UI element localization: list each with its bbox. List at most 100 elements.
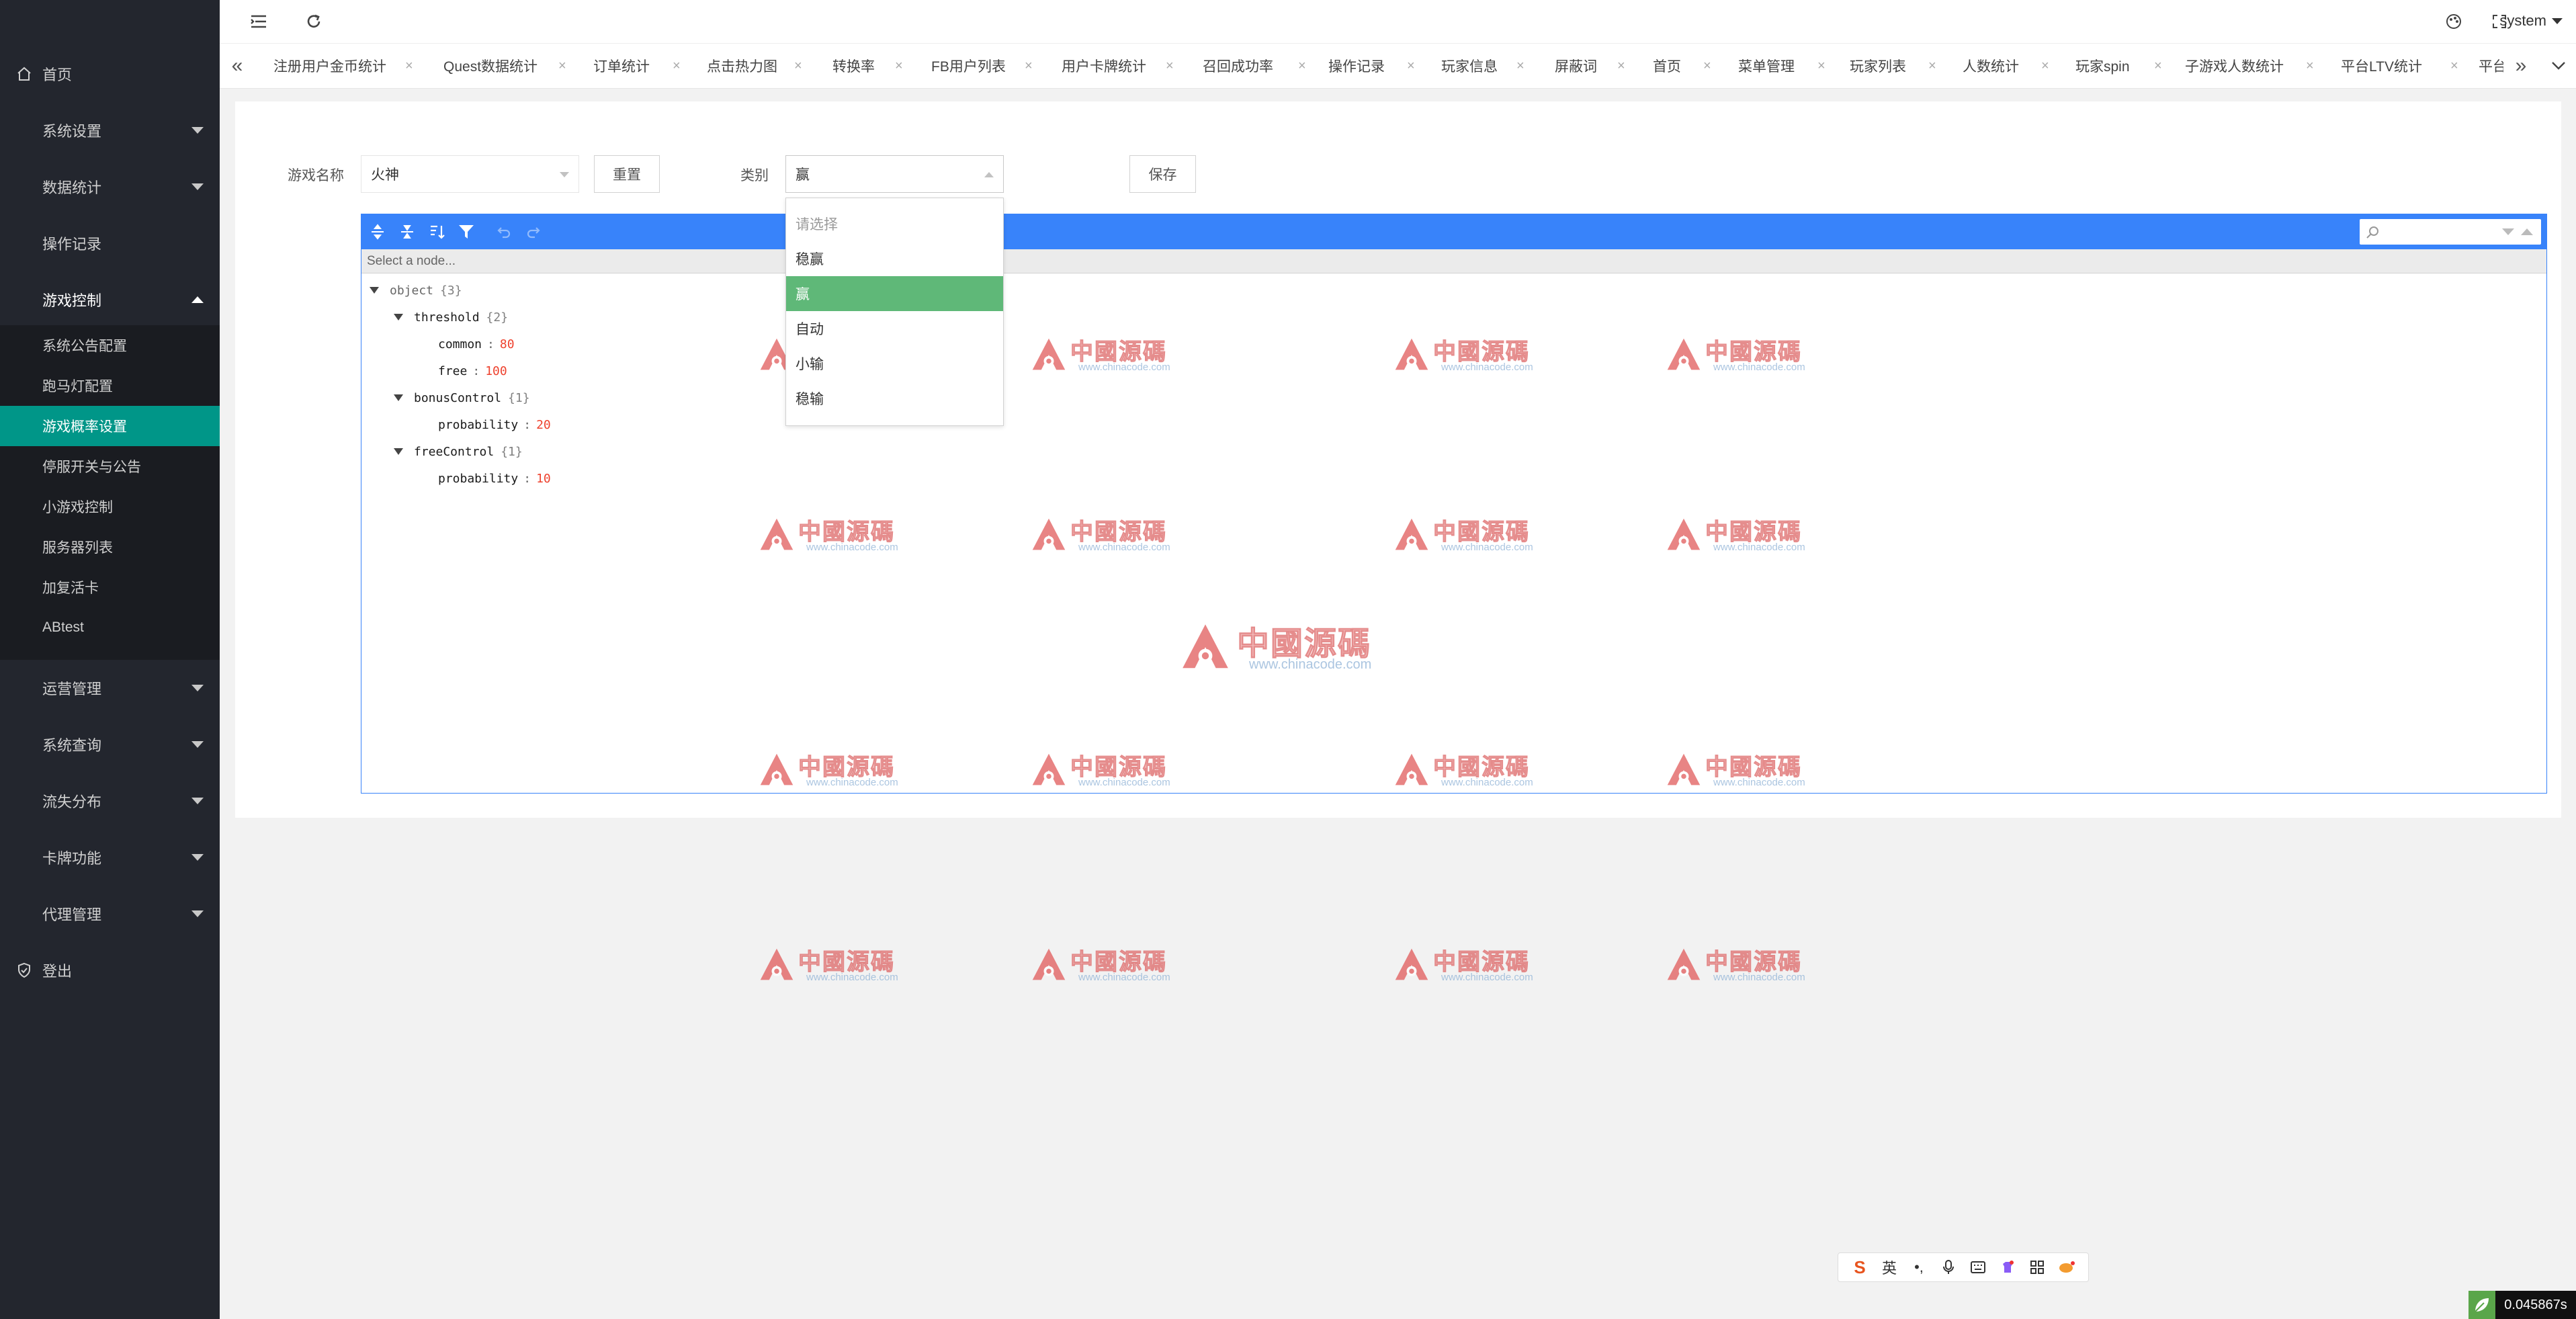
tabs-prev-icon[interactable]: « [220,44,255,88]
sidebar-item-agents[interactable]: 代理管理 [0,886,220,942]
grid-menu-icon[interactable] [2027,1257,2047,1277]
redo-icon[interactable] [523,221,544,243]
tab-item[interactable]: 玩家列表 × [1850,44,1936,88]
search-next-icon[interactable] [2501,227,2516,237]
close-icon[interactable]: × [1703,58,1711,74]
tabs-next-icon[interactable]: » [2503,44,2538,88]
sidebar-subitem-minigame[interactable]: 小游戏控制 [0,486,220,527]
close-icon[interactable]: × [1817,58,1826,74]
tree-node-common[interactable]: common : 80 [438,331,515,357]
tab-item[interactable]: 注册用户金币统计 × [273,44,413,88]
filter-icon[interactable] [456,221,477,243]
sidebar-item-operation-log[interactable]: 操作记录 [0,215,220,271]
tree-value[interactable]: 10 [536,472,551,486]
tab-item[interactable]: 玩家信息 × [1441,44,1525,88]
close-icon[interactable]: × [558,58,566,74]
sidebar-item-operations[interactable]: 运营管理 [0,660,220,716]
close-icon[interactable]: × [1617,58,1625,74]
tab-item[interactable]: 子游戏人数统计 × [2185,44,2314,88]
undo-icon[interactable] [493,221,515,243]
close-icon[interactable]: × [2450,58,2458,74]
sidebar-item-game-control[interactable]: 游戏控制 [0,271,220,328]
sidebar-subitem-shutdown[interactable]: 停服开关与公告 [0,446,220,486]
user-menu[interactable]: system [2499,12,2563,30]
dropdown-option[interactable]: 稳赢 [786,241,1003,276]
sidebar-item-churn[interactable]: 流失分布 [0,773,220,829]
tab-item[interactable]: FB用户列表 × [931,44,1033,88]
tree-node-threshold[interactable]: threshold {2} [394,304,508,330]
close-icon[interactable]: × [1516,58,1525,74]
tree-value[interactable]: 20 [536,418,551,432]
sidebar-item-system-settings[interactable]: 系统设置 [0,102,220,159]
mascot-icon[interactable] [2057,1257,2077,1277]
close-icon[interactable]: × [895,58,903,74]
close-icon[interactable]: × [1928,58,1936,74]
tree-node-bonus-control[interactable]: bonusControl {1} [394,385,530,411]
tabs-menu-icon[interactable] [2541,44,2576,88]
tab-item[interactable]: 人数统计 × [1963,44,2049,88]
sidebar-item-cards[interactable]: 卡牌功能 [0,829,220,886]
dropdown-option-selected[interactable]: 赢 [786,276,1003,311]
close-icon[interactable]: × [1025,58,1033,74]
tree-value[interactable]: 80 [500,337,515,351]
dropdown-option[interactable]: 请选择 [786,206,1003,241]
dropdown-option[interactable]: 稳输 [786,381,1003,416]
sidebar-subitem-announcement[interactable]: 系统公告配置 [0,325,220,366]
tab-item[interactable]: Quest数据统计 × [443,44,566,88]
refresh-icon[interactable] [302,9,326,34]
close-icon[interactable]: × [2306,58,2314,74]
sidebar-subitem-server-list[interactable]: 服务器列表 [0,527,220,567]
sidebar-subitem-game-probability[interactable]: 游戏概率设置 [0,406,220,446]
tree-node-root[interactable]: object {3} [370,278,462,303]
tree-node-free[interactable]: free : 100 [438,358,507,384]
sidebar-item-system-query[interactable]: 系统查询 [0,716,220,773]
tab-item[interactable]: 转换率 × [832,44,903,88]
sidebar-subitem-marquee[interactable]: 跑马灯配置 [0,366,220,406]
tab-item[interactable]: 菜单管理 × [1738,44,1826,88]
sidebar-subitem-abtest[interactable]: ABtest [0,607,220,648]
editor-search[interactable] [2360,219,2541,245]
search-prev-icon[interactable] [2520,227,2534,237]
dropdown-option[interactable]: 小输 [786,346,1003,381]
menu-toggle-icon[interactable] [247,9,271,34]
close-icon[interactable]: × [794,58,802,74]
skin-icon[interactable] [1998,1257,2018,1277]
save-button[interactable]: 保存 [1129,155,1196,193]
close-icon[interactable]: × [405,58,413,74]
tab-item[interactable]: 召回成功率 × [1203,44,1306,88]
expand-toggle-icon[interactable] [394,314,403,321]
tree-node-free-probability[interactable]: probability : 10 [438,466,551,491]
punctuation-icon[interactable]: •, [1909,1257,1929,1277]
keyboard-icon[interactable] [1968,1257,1988,1277]
close-icon[interactable]: × [2041,58,2049,74]
sidebar-item-home[interactable]: 首页 [0,46,220,102]
sidebar-item-logout[interactable]: 登出 [0,942,220,998]
tree-node-free-control[interactable]: freeControl {1} [394,439,523,464]
close-icon[interactable]: × [1407,58,1415,74]
tab-item[interactable]: 平台LTV统计 × [2341,44,2458,88]
close-icon[interactable]: × [1166,58,1174,74]
tab-item[interactable]: 用户卡牌统计 × [1062,44,1174,88]
sidebar-subitem-revive-card[interactable]: 加复活卡 [0,567,220,607]
tab-item[interactable]: 屏蔽词 × [1555,44,1625,88]
tab-item[interactable]: 订单统计 × [593,44,681,88]
sogou-logo-icon[interactable]: S [1850,1257,1870,1277]
reset-button[interactable]: 重置 [594,155,660,193]
tab-item[interactable]: 玩家spin × [2075,44,2162,88]
collapse-all-icon[interactable] [396,221,418,243]
tab-item[interactable]: 操作记录 × [1328,44,1415,88]
close-icon[interactable]: × [1298,58,1306,74]
expand-toggle-icon[interactable] [394,394,403,401]
dropdown-option[interactable]: 自动 [786,311,1003,346]
sidebar-item-data-stats[interactable]: 数据统计 [0,159,220,215]
tab-item[interactable]: 点击热力图 × [707,44,802,88]
microphone-icon[interactable] [1938,1257,1959,1277]
close-icon[interactable]: × [673,58,681,74]
sort-icon[interactable] [426,221,447,243]
expand-all-icon[interactable] [367,221,388,243]
theme-icon[interactable] [2442,9,2466,34]
expand-toggle-icon[interactable] [370,287,379,294]
tab-item[interactable]: 平台 [2479,44,2507,88]
game-name-select[interactable]: 火神 [361,155,579,193]
close-icon[interactable]: × [2154,58,2162,74]
